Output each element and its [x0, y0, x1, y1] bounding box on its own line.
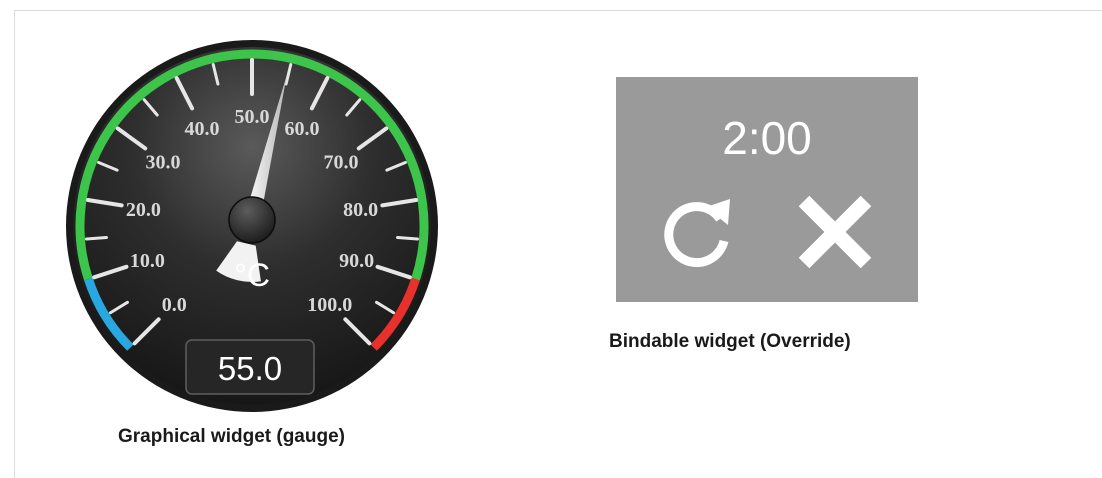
gauge-hub	[228, 196, 276, 244]
refresh-button[interactable]	[652, 189, 738, 275]
gauge-tick-label: 0.0	[162, 294, 187, 316]
gauge-tick-label: 10.0	[130, 250, 165, 272]
override-caption: Bindable widget (Override)	[609, 331, 851, 352]
gauge-tick-label: 60.0	[284, 118, 319, 140]
close-icon	[798, 195, 872, 269]
refresh-icon	[664, 199, 730, 268]
gauge-widget: 0.0 10.0 20.0 30.0 40.0 50.0 60.0 70.0 80.0 90.0 1…	[64, 38, 440, 414]
panel-border-left	[14, 10, 15, 478]
gauge-value-display: 55.0	[218, 350, 282, 387]
gauge-tick-label: 20.0	[126, 199, 161, 221]
gauge-tick-label: 70.0	[323, 151, 358, 173]
gauge-tick-label: 90.0	[339, 250, 374, 272]
cancel-button[interactable]	[792, 189, 878, 275]
override-timer: 2:00	[722, 112, 812, 164]
gauge-tick-label: 30.0	[146, 151, 181, 173]
gauge-minor-tick	[396, 235, 419, 241]
override-widget: 2:00	[616, 77, 918, 302]
gauge-tick-label: 50.0	[235, 106, 270, 128]
gauge-unit: °C	[234, 257, 270, 293]
gauge-tick-label: 100.0	[307, 294, 352, 316]
gauge-minor-tick	[85, 235, 108, 241]
gauge-tick-label: 40.0	[185, 118, 220, 140]
gauge-caption: Graphical widget (gauge)	[118, 426, 345, 447]
panel-border-top	[14, 10, 1102, 11]
gauge-tick-label: 80.0	[343, 199, 378, 221]
